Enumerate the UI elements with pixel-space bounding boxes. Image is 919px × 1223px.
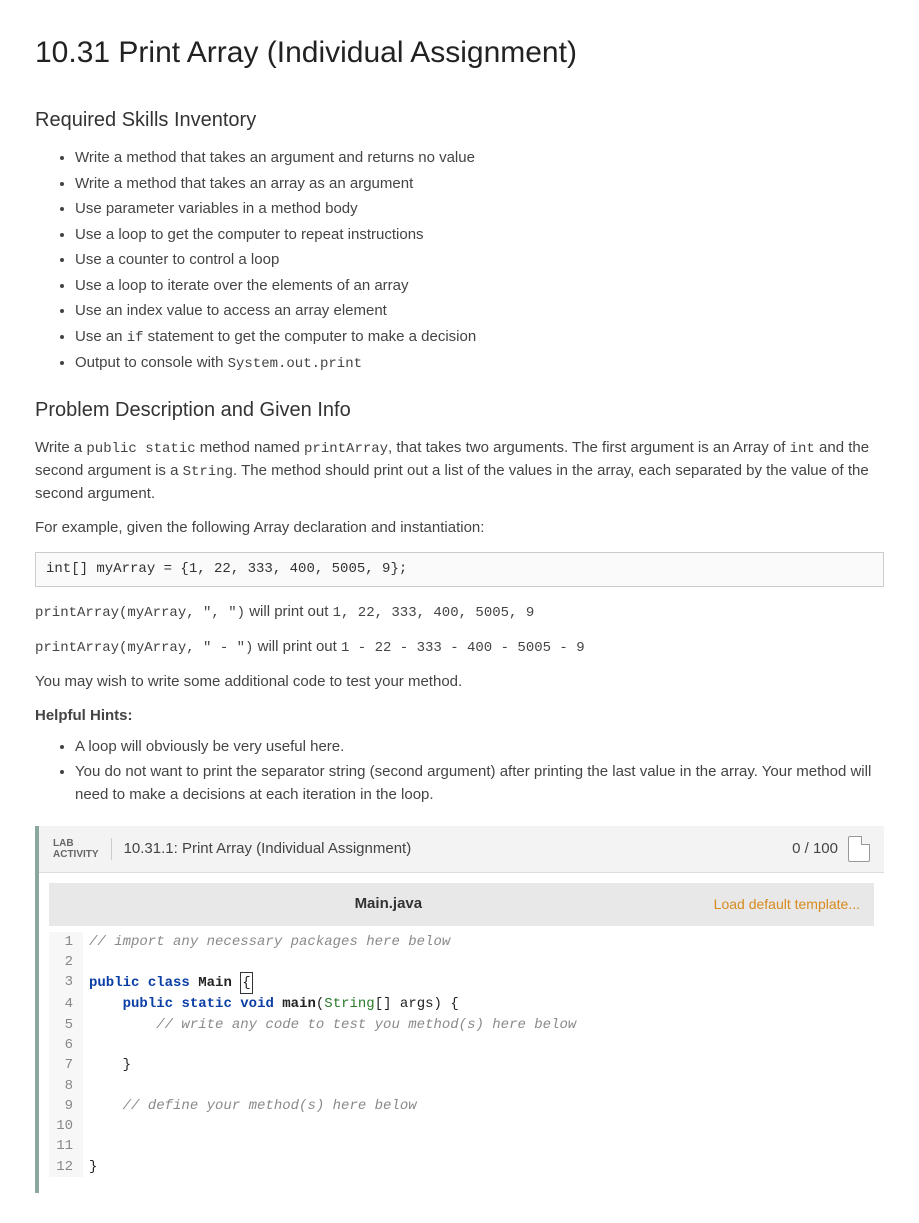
code-line[interactable]: 7 } [49,1055,874,1075]
line-number: 10 [49,1116,83,1136]
line-number: 7 [49,1055,83,1075]
hints-list: A loop will obviously be very useful her… [35,736,884,807]
lab-title: 10.31.1: Print Array (Individual Assignm… [124,838,793,861]
skills-item: Use an index value to access an array el… [75,300,884,323]
code-content[interactable] [83,1136,874,1156]
code-string: String [183,464,233,480]
code-line[interactable]: 9 // define your method(s) here below [49,1096,874,1116]
code-content[interactable]: // import any necessary packages here be… [83,932,874,952]
skills-item: Use an if statement to get the computer … [75,326,884,349]
problem-description-3: You may wish to write some additional co… [35,671,884,694]
skills-item: Output to console with System.out.print [75,352,884,375]
code-content[interactable]: public class Main { [83,972,874,994]
code-content[interactable]: // write any code to test you method(s) … [83,1015,874,1035]
line-number: 9 [49,1096,83,1116]
skills-item: Write a method that takes an argument an… [75,147,884,170]
line-number: 12 [49,1157,83,1177]
problem-heading: Problem Description and Given Info [35,395,884,425]
editor-filename: Main.java [63,893,714,916]
editor-tab-bar: Main.java Load default template... [49,883,874,926]
skills-item: Use a loop to get the computer to repeat… [75,224,884,247]
array-declaration-code: int[] myArray = {1, 22, 333, 400, 5005, … [35,552,884,587]
load-default-template-link[interactable]: Load default template... [714,894,860,915]
code-content[interactable]: // define your method(s) here below [83,1096,874,1116]
skills-item: Use a loop to iterate over the elements … [75,275,884,298]
code-content[interactable] [83,1116,874,1136]
line-number: 1 [49,932,83,952]
editor-area: Main.java Load default template... 1// i… [39,873,884,1193]
lab-header: LAB ACTIVITY 10.31.1: Print Array (Indiv… [39,826,884,873]
line-number: 11 [49,1136,83,1156]
ex2-output: 1 - 22 - 333 - 400 - 5005 - 9 [341,640,585,656]
code-content[interactable] [83,952,874,972]
problem-description-2: For example, given the following Array d… [35,517,884,540]
dogear-icon[interactable] [848,836,870,862]
page-title: 10.31 Print Array (Individual Assignment… [35,30,884,75]
ex1-call: printArray(myArray, ", ") [35,605,245,621]
code-line[interactable]: 11 [49,1136,874,1156]
skills-item: Use a counter to control a loop [75,249,884,272]
line-number: 5 [49,1015,83,1035]
code-printarray: printArray [304,441,388,457]
code-line[interactable]: 1// import any necessary packages here b… [49,932,874,952]
lab-activity-panel: LAB ACTIVITY 10.31.1: Print Array (Indiv… [35,826,884,1193]
line-number: 6 [49,1035,83,1055]
code-line[interactable]: 3public class Main { [49,972,874,994]
lab-activity-label: LAB ACTIVITY [53,838,112,860]
inline-code: System.out.print [228,356,362,372]
code-content[interactable]: public static void main(String[] args) { [83,994,874,1014]
code-content[interactable]: } [83,1157,874,1177]
code-public-static: public static [86,441,195,457]
skills-list: Write a method that takes an argument an… [35,147,884,375]
code-line[interactable]: 5 // write any code to test you method(s… [49,1015,874,1035]
hints-item: You do not want to print the separator s… [75,761,884,806]
line-number: 3 [49,972,83,994]
example-1: printArray(myArray, ", ") will print out… [35,601,884,624]
code-line[interactable]: 8 [49,1076,874,1096]
code-content[interactable] [83,1035,874,1055]
code-line[interactable]: 10 [49,1116,874,1136]
code-content[interactable] [83,1076,874,1096]
code-editor[interactable]: 1// import any necessary packages here b… [49,926,874,1184]
ex2-call: printArray(myArray, " - ") [35,640,253,656]
lab-score: 0 / 100 [792,838,838,861]
example-2: printArray(myArray, " - ") will print ou… [35,636,884,659]
code-line[interactable]: 4 public static void main(String[] args)… [49,994,874,1014]
code-line[interactable]: 6 [49,1035,874,1055]
ex1-output: 1, 22, 333, 400, 5005, 9 [333,605,535,621]
code-int: int [790,441,815,457]
problem-description-1: Write a public static method named print… [35,437,884,506]
skills-item: Use parameter variables in a method body [75,198,884,221]
skills-item: Write a method that takes an array as an… [75,173,884,196]
code-line[interactable]: 12} [49,1157,874,1177]
line-number: 2 [49,952,83,972]
line-number: 4 [49,994,83,1014]
line-number: 8 [49,1076,83,1096]
inline-code: if [127,330,144,346]
hints-heading: Helpful Hints: [35,705,884,728]
skills-heading: Required Skills Inventory [35,105,884,135]
hints-item: A loop will obviously be very useful her… [75,736,884,759]
code-content[interactable]: } [83,1055,874,1075]
code-line[interactable]: 2 [49,952,874,972]
